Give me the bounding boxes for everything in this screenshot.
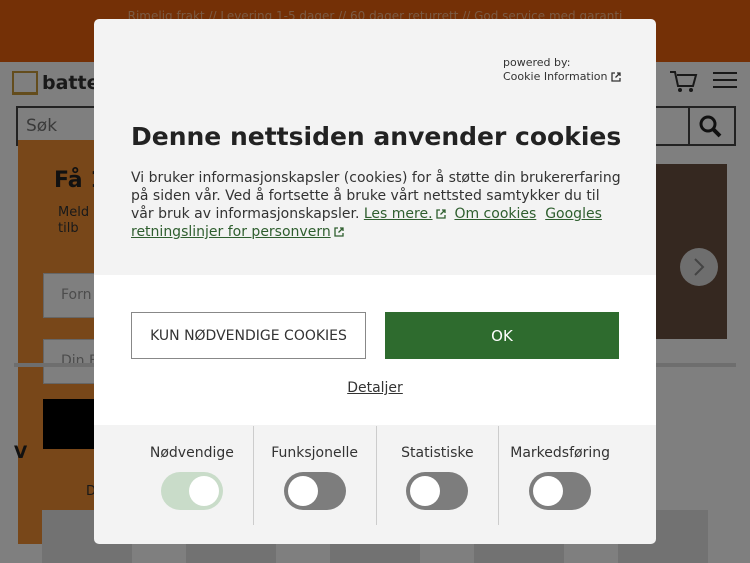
external-link-icon — [334, 227, 344, 237]
functional-toggle[interactable] — [283, 472, 346, 510]
necessary-toggle — [160, 472, 223, 510]
cookie-categories: Nødvendige Funksjonelle Statistiske Mark… — [131, 426, 621, 525]
about-cookies-link[interactable]: Om cookies — [454, 206, 536, 222]
statistics-toggle[interactable] — [406, 472, 469, 510]
category-necessary: Nødvendige — [131, 426, 254, 525]
accept-button[interactable]: OK — [385, 312, 619, 359]
external-link-icon — [610, 72, 621, 82]
necessary-only-button[interactable]: KUN NØDVENDIGE COOKIES — [131, 312, 366, 359]
category-marketing: Markedsføring — [499, 426, 621, 525]
details-link[interactable]: Detaljer — [94, 380, 656, 396]
provider-name: Cookie Information — [503, 70, 608, 83]
dialog-body: Vi bruker informasjonskapsler (cookies) … — [131, 169, 621, 241]
category-statistics: Statistiske — [377, 426, 500, 525]
provider-link[interactable]: Cookie Information — [503, 70, 621, 84]
cookie-consent-dialog: powered by: Cookie Information Denne net… — [94, 19, 656, 544]
category-label: Markedsføring — [510, 445, 610, 461]
marketing-toggle[interactable] — [529, 472, 592, 510]
external-link-icon — [435, 209, 446, 219]
action-area: KUN NØDVENDIGE COOKIES OK Detaljer — [94, 275, 656, 425]
read-more-link[interactable]: Les mere. — [364, 206, 433, 222]
powered-by-label: powered by: — [503, 56, 571, 69]
category-functional: Funksjonelle — [254, 426, 377, 525]
category-label: Statistiske — [401, 445, 474, 461]
powered-by: powered by: Cookie Information — [503, 56, 621, 84]
category-label: Nødvendige — [149, 445, 234, 461]
category-label: Funksjonelle — [271, 445, 359, 461]
dialog-title: Denne nettsiden anvender cookies — [131, 122, 622, 151]
